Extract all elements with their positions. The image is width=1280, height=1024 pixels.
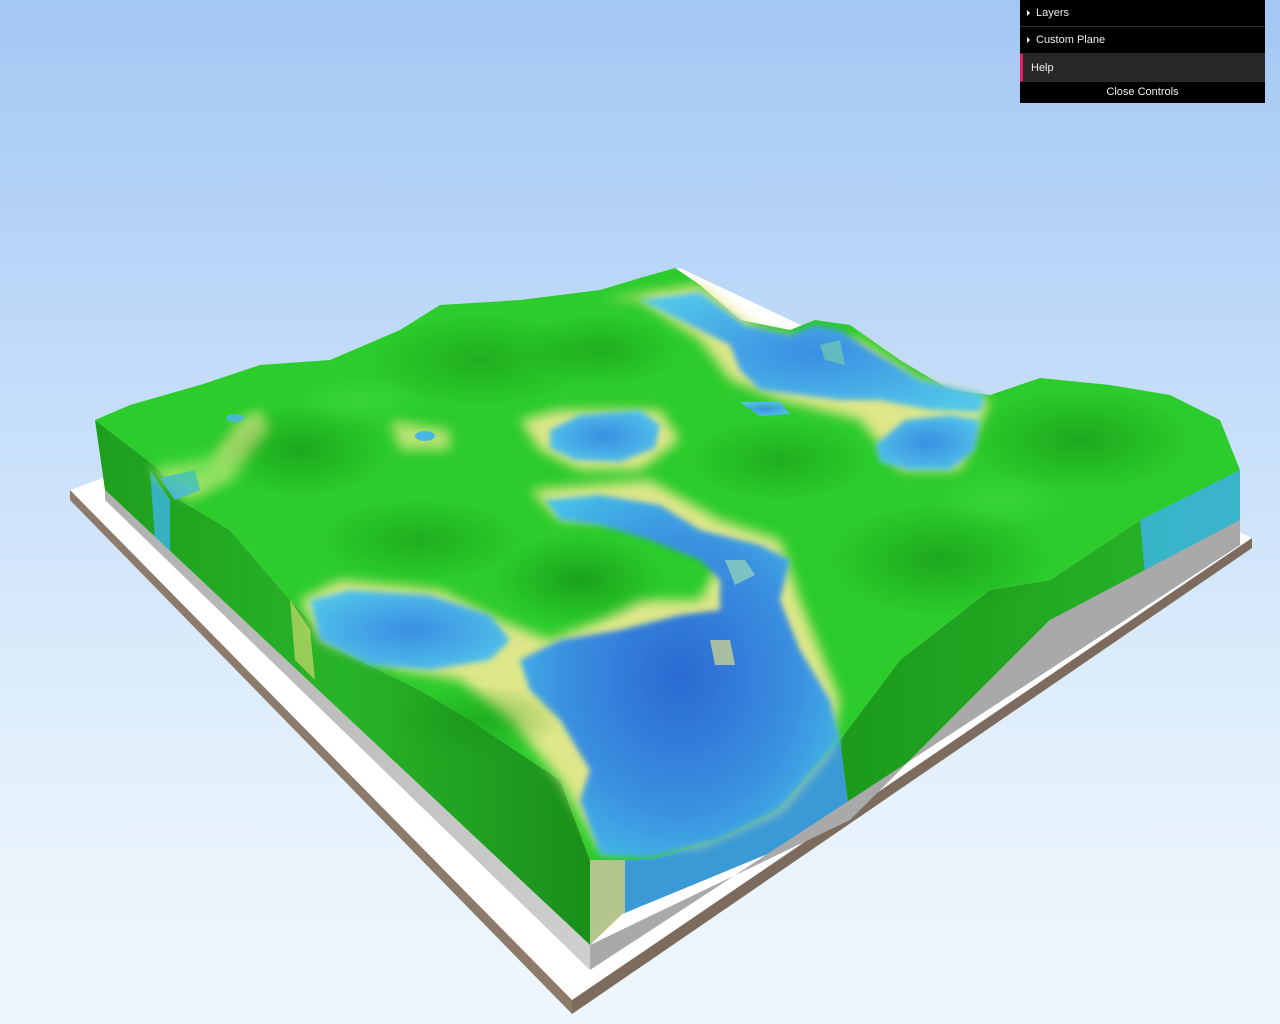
folder-custom-plane-label: Custom Plane [1036, 34, 1106, 46]
help-button-label: Help [1031, 62, 1054, 74]
terrain-surface [95, 268, 1240, 860]
folder-layers-label: Layers [1036, 7, 1070, 19]
controls-panel: Layers Custom Plane Help Close Controls [1020, 0, 1265, 103]
triangle-right-icon [1027, 37, 1030, 43]
terrain-viewport[interactable] [0, 0, 1280, 1024]
folder-layers[interactable]: Layers [1020, 0, 1265, 27]
close-controls-button[interactable]: Close Controls [1020, 82, 1265, 103]
close-controls-label: Close Controls [1106, 86, 1179, 98]
folder-custom-plane[interactable]: Custom Plane [1020, 27, 1265, 54]
help-button[interactable]: Help [1020, 54, 1265, 82]
triangle-right-icon [1027, 10, 1030, 16]
